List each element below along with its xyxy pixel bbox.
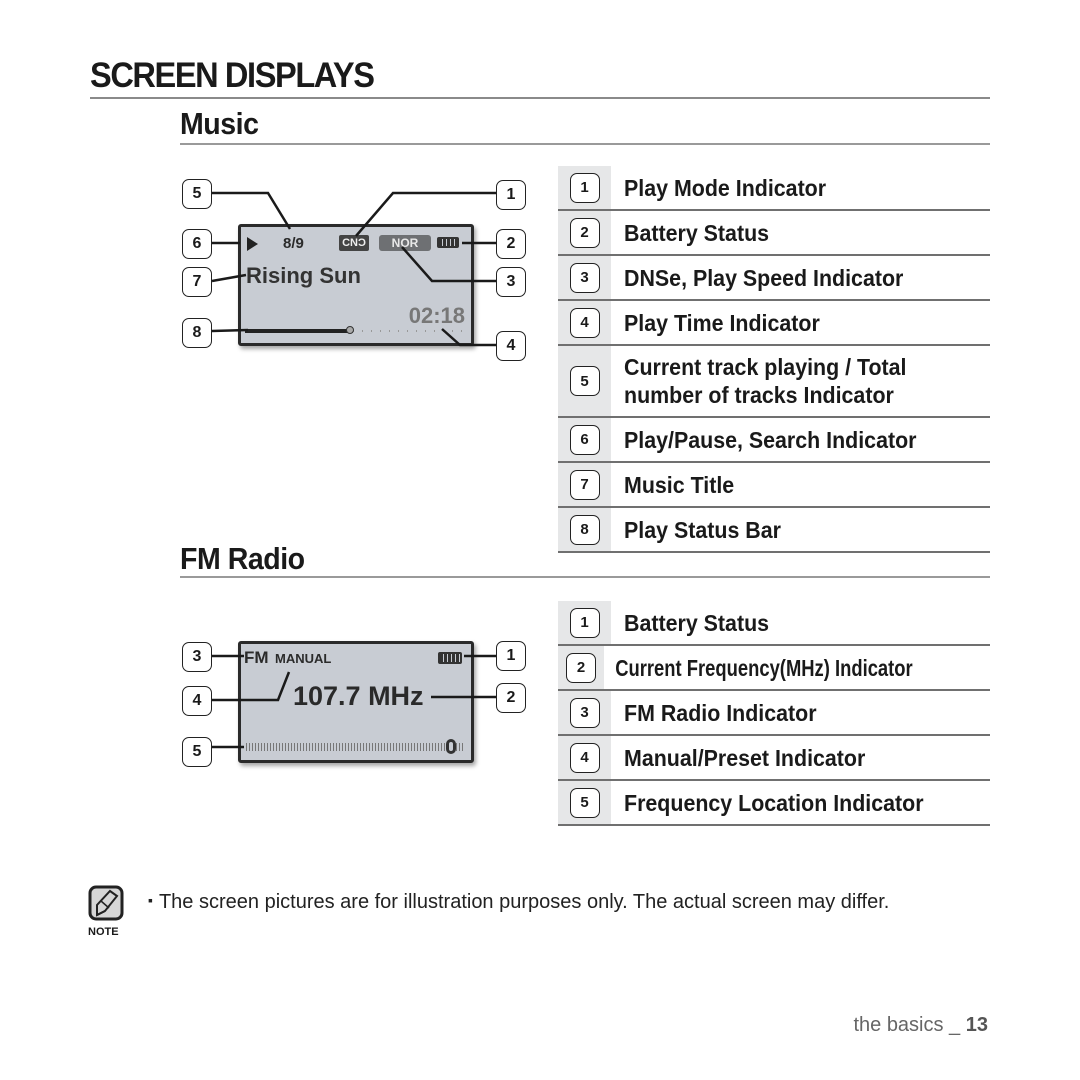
fm-legend-table: 1 Battery Status 2 Current Frequency(MHz… [558, 601, 990, 826]
legend-number: 4 [569, 307, 600, 338]
music-heading: Music [180, 106, 259, 141]
callout-2: 2 [496, 683, 526, 713]
progress-fill [245, 329, 350, 333]
music-legend-table: 1 Play Mode Indicator 2 Battery Status 3… [558, 166, 990, 553]
legend-number: 6 [569, 424, 600, 455]
legend-row: 3 DNSe, Play Speed Indicator [558, 256, 990, 301]
frequency-scale-ticks [246, 743, 464, 751]
fm-mode-indicator: MANUAL [275, 651, 332, 666]
legend-label: Frequency Location Indicator [624, 789, 924, 816]
legend-number: 3 [569, 697, 600, 728]
title-rule [90, 97, 990, 99]
legend-number: 1 [569, 172, 600, 203]
callout-6: 6 [182, 229, 212, 259]
legend-number: 8 [569, 514, 600, 545]
callout-5: 5 [182, 737, 212, 767]
legend-row: 4 Play Time Indicator [558, 301, 990, 346]
play-time: 02:18 [408, 303, 465, 328]
play-mode-badge-text: CNƆ [342, 237, 366, 249]
legend-number: 4 [569, 742, 600, 773]
footer-section: the basics _ [853, 1014, 966, 1036]
callout-2: 2 [496, 229, 526, 259]
frequency-marker [445, 739, 456, 754]
callout-4: 4 [496, 331, 526, 361]
legend-label: FM Radio Indicator [624, 699, 817, 726]
progress-knob [345, 326, 354, 334]
page-footer: the basics _ 13 [853, 1014, 988, 1037]
legend-row: 5 Current track playing / Total number o… [558, 346, 990, 418]
frequency-location-bar [246, 739, 464, 754]
callout-4: 4 [182, 686, 212, 716]
note-text: ▪ The screen pictures are for illustratio… [148, 891, 889, 914]
dnse-badge: NOR [379, 235, 431, 251]
legend-number: 2 [566, 652, 597, 683]
bullet-icon: ▪ [148, 892, 153, 908]
legend-row: 6 Play/Pause, Search Indicator [558, 418, 990, 463]
legend-label: Play/Pause, Search Indicator [624, 426, 917, 453]
legend-label: Battery Status [624, 609, 770, 636]
battery-icon [438, 652, 462, 664]
dnse-badge-text: NOR [391, 236, 419, 250]
fm-band-indicator: FM [244, 648, 269, 667]
legend-number: 1 [569, 607, 600, 638]
note-pencil-icon [88, 885, 124, 921]
music-heading-rule [180, 143, 990, 145]
legend-row: 2 Current Frequency(MHz) Indicator [558, 646, 990, 691]
legend-label: Battery Status [624, 219, 770, 246]
fm-heading-rule [180, 576, 990, 578]
callout-8: 8 [182, 318, 212, 348]
legend-number: 7 [569, 469, 600, 500]
fm-lcd: FM MANUAL 107.7 MHz [238, 641, 474, 763]
note-body: The screen pictures are for illustration… [158, 891, 890, 913]
play-mode-icon: CNƆ [339, 235, 369, 251]
legend-label: Current track playing / Total [624, 354, 907, 380]
legend-label: Play Status Bar [624, 516, 781, 543]
battery-icon [437, 237, 459, 248]
callout-5: 5 [182, 179, 212, 209]
legend-number: 5 [569, 366, 600, 396]
callout-3: 3 [182, 642, 212, 672]
legend-row: 4 Manual/Preset Indicator [558, 736, 990, 781]
legend-number: 2 [569, 217, 600, 248]
legend-row: 1 Play Mode Indicator [558, 166, 990, 211]
play-status-bar [245, 326, 463, 334]
callout-3: 3 [496, 267, 526, 297]
music-lcd: 8/9 CNƆ NOR Rising Sun 02:18 [238, 224, 474, 346]
callout-1: 1 [496, 641, 526, 671]
legend-label: Manual/Preset Indicator [624, 744, 866, 771]
legend-number: 5 [569, 787, 600, 818]
page-title: SCREEN DISPLAYS [90, 56, 375, 95]
legend-row: 7 Music Title [558, 463, 990, 508]
legend-row: 8 Play Status Bar [558, 508, 990, 553]
fm-heading: FM Radio [180, 541, 305, 576]
legend-label: Music Title [624, 471, 735, 498]
legend-label: Current Frequency(MHz) Indicator [615, 654, 913, 681]
note-label: NOTE [88, 926, 119, 938]
legend-label: Play Mode Indicator [624, 174, 827, 201]
legend-number: 3 [569, 262, 600, 293]
legend-label: DNSe, Play Speed Indicator [624, 264, 904, 291]
legend-row: 2 Battery Status [558, 211, 990, 256]
legend-label-line2: number of tracks Indicator [624, 382, 894, 408]
legend-row: 3 FM Radio Indicator [558, 691, 990, 736]
play-icon [247, 237, 258, 251]
callout-7: 7 [182, 267, 212, 297]
page-number: 13 [965, 1014, 988, 1036]
fm-frequency: 107.7 MHz [293, 681, 424, 711]
track-counter: 8/9 [283, 235, 304, 252]
legend-row: 1 Battery Status [558, 601, 990, 646]
legend-label: Play Time Indicator [624, 309, 820, 336]
legend-row: 5 Frequency Location Indicator [558, 781, 990, 826]
music-title: Rising Sun [246, 263, 361, 288]
callout-1: 1 [496, 180, 526, 210]
